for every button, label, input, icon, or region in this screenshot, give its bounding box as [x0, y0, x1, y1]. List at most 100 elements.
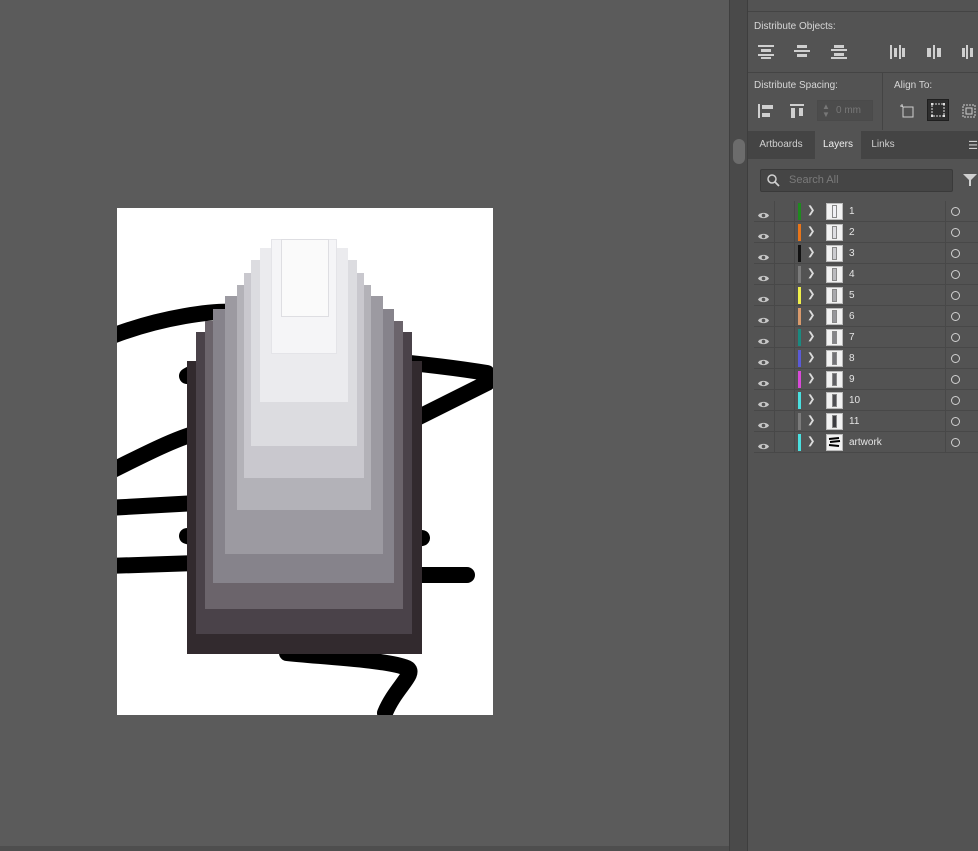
layer-color-swatch	[798, 308, 801, 325]
target-circle-icon[interactable]	[951, 270, 960, 279]
artboard[interactable]	[117, 208, 493, 715]
layer-row[interactable]: ❯ 8	[754, 348, 978, 369]
layer-name[interactable]: 3	[849, 248, 855, 259]
layer-row[interactable]: ❯ 10	[754, 390, 978, 411]
divider	[794, 264, 795, 285]
layer-name[interactable]: 9	[849, 374, 855, 385]
divider	[774, 201, 775, 222]
target-circle-icon[interactable]	[951, 228, 960, 237]
horizontal-distribute-space-icon[interactable]	[787, 100, 809, 122]
layer-thumbnail	[826, 350, 843, 367]
target-circle-icon[interactable]	[951, 375, 960, 384]
target-circle-icon[interactable]	[951, 354, 960, 363]
scrollbar-thumb[interactable]	[733, 139, 745, 164]
vertical-distribute-space-icon[interactable]	[755, 100, 777, 122]
vertical-scrollbar[interactable]	[729, 0, 747, 851]
distribute-top-icon[interactable]	[755, 41, 777, 63]
divider	[774, 369, 775, 390]
divider	[945, 327, 946, 348]
target-circle-icon[interactable]	[951, 396, 960, 405]
distribute-vertical-center-icon[interactable]	[791, 41, 813, 63]
panel-top-border	[748, 0, 978, 12]
layer-row[interactable]: ❯ 9	[754, 369, 978, 390]
eye-icon[interactable]	[757, 438, 770, 456]
layer-name[interactable]: 5	[849, 290, 855, 301]
artwork-step-11[interactable]	[281, 239, 329, 317]
divider	[945, 369, 946, 390]
tab-layers[interactable]: Layers	[815, 131, 861, 159]
chevron-right-icon[interactable]: ❯	[807, 268, 815, 279]
divider	[945, 348, 946, 369]
layer-row[interactable]: ❯ artwork	[754, 432, 978, 453]
divider	[774, 327, 775, 348]
layer-thumbnail	[826, 266, 843, 283]
chevron-right-icon[interactable]: ❯	[807, 331, 815, 342]
tab-artboards[interactable]: Artboards	[748, 131, 814, 159]
stepper-arrows-icon[interactable]: ▲ ▼	[822, 103, 830, 119]
target-circle-icon[interactable]	[951, 333, 960, 342]
divider	[945, 411, 946, 432]
canvas-area[interactable]	[0, 0, 729, 851]
divider	[945, 243, 946, 264]
chevron-right-icon[interactable]: ❯	[807, 247, 815, 258]
spacing-input[interactable]: ▲ ▼ 0 mm	[817, 100, 873, 121]
chevron-right-icon[interactable]: ❯	[807, 373, 815, 384]
target-circle-icon[interactable]	[951, 438, 960, 447]
divider	[794, 285, 795, 306]
layer-color-swatch	[798, 245, 801, 262]
chevron-right-icon[interactable]: ❯	[807, 205, 815, 216]
layer-name[interactable]: 1	[849, 206, 855, 217]
tab-links[interactable]: Links	[862, 131, 904, 159]
panel-menu-icon[interactable]: ☰	[968, 139, 978, 152]
layer-thumbnail	[826, 287, 843, 304]
layer-row[interactable]: ❯ 3	[754, 243, 978, 264]
divider	[774, 222, 775, 243]
layer-row[interactable]: ❯ 2	[754, 222, 978, 243]
layer-name[interactable]: 10	[849, 395, 860, 406]
chevron-right-icon[interactable]: ❯	[807, 394, 815, 405]
layer-name[interactable]: 7	[849, 332, 855, 343]
chevron-right-icon[interactable]: ❯	[807, 310, 815, 321]
divider	[945, 432, 946, 453]
layers-list: ❯ 1 ❯ 2 ❯ 3 ❯ 4 ❯ 5 ❯ 6 ❯ 7 ❯ 8 ❯ 9 ❯ 10 ❯ 11 ❯ artwork	[754, 201, 978, 453]
target-circle-icon[interactable]	[951, 249, 960, 258]
layer-name[interactable]: 4	[849, 269, 855, 280]
layer-row[interactable]: ❯ 5	[754, 285, 978, 306]
target-circle-icon[interactable]	[951, 207, 960, 216]
layer-row[interactable]: ❯ 7	[754, 327, 978, 348]
divider	[774, 306, 775, 327]
horizontal-scrollbar[interactable]	[0, 846, 729, 851]
layer-name[interactable]: artwork	[849, 437, 882, 448]
chevron-right-icon[interactable]: ❯	[807, 436, 815, 447]
target-circle-icon[interactable]	[951, 417, 960, 426]
layer-color-swatch	[798, 266, 801, 283]
distribute-right-icon[interactable]	[958, 41, 978, 63]
chevron-right-icon[interactable]: ❯	[807, 289, 815, 300]
layers-search-input[interactable]: Search All	[760, 169, 953, 192]
layer-name[interactable]: 6	[849, 311, 855, 322]
distribute-bottom-icon[interactable]	[828, 41, 850, 63]
layer-thumbnail	[826, 224, 843, 241]
layer-name[interactable]: 8	[849, 353, 855, 364]
distribute-left-icon[interactable]	[887, 41, 909, 63]
filter-icon[interactable]	[962, 172, 978, 193]
layer-thumbnail	[826, 392, 843, 409]
divider	[945, 264, 946, 285]
layer-row[interactable]: ❯ 4	[754, 264, 978, 285]
distribute-horizontal-center-icon[interactable]	[923, 41, 945, 63]
target-circle-icon[interactable]	[951, 291, 960, 300]
chevron-right-icon[interactable]: ❯	[807, 415, 815, 426]
layer-row[interactable]: ❯ 11	[754, 411, 978, 432]
layer-row[interactable]: ❯ 1	[754, 201, 978, 222]
chevron-right-icon[interactable]: ❯	[807, 352, 815, 363]
align-to-key-object-icon[interactable]	[927, 99, 949, 121]
layer-row[interactable]: ❯ 6	[754, 306, 978, 327]
divider	[945, 390, 946, 411]
target-circle-icon[interactable]	[951, 312, 960, 321]
chevron-right-icon[interactable]: ❯	[807, 226, 815, 237]
layer-name[interactable]: 2	[849, 227, 855, 238]
align-to-selection-icon[interactable]	[896, 100, 918, 122]
divider	[774, 411, 775, 432]
align-to-artboard-icon[interactable]	[958, 100, 978, 122]
layer-name[interactable]: 11	[849, 416, 859, 427]
